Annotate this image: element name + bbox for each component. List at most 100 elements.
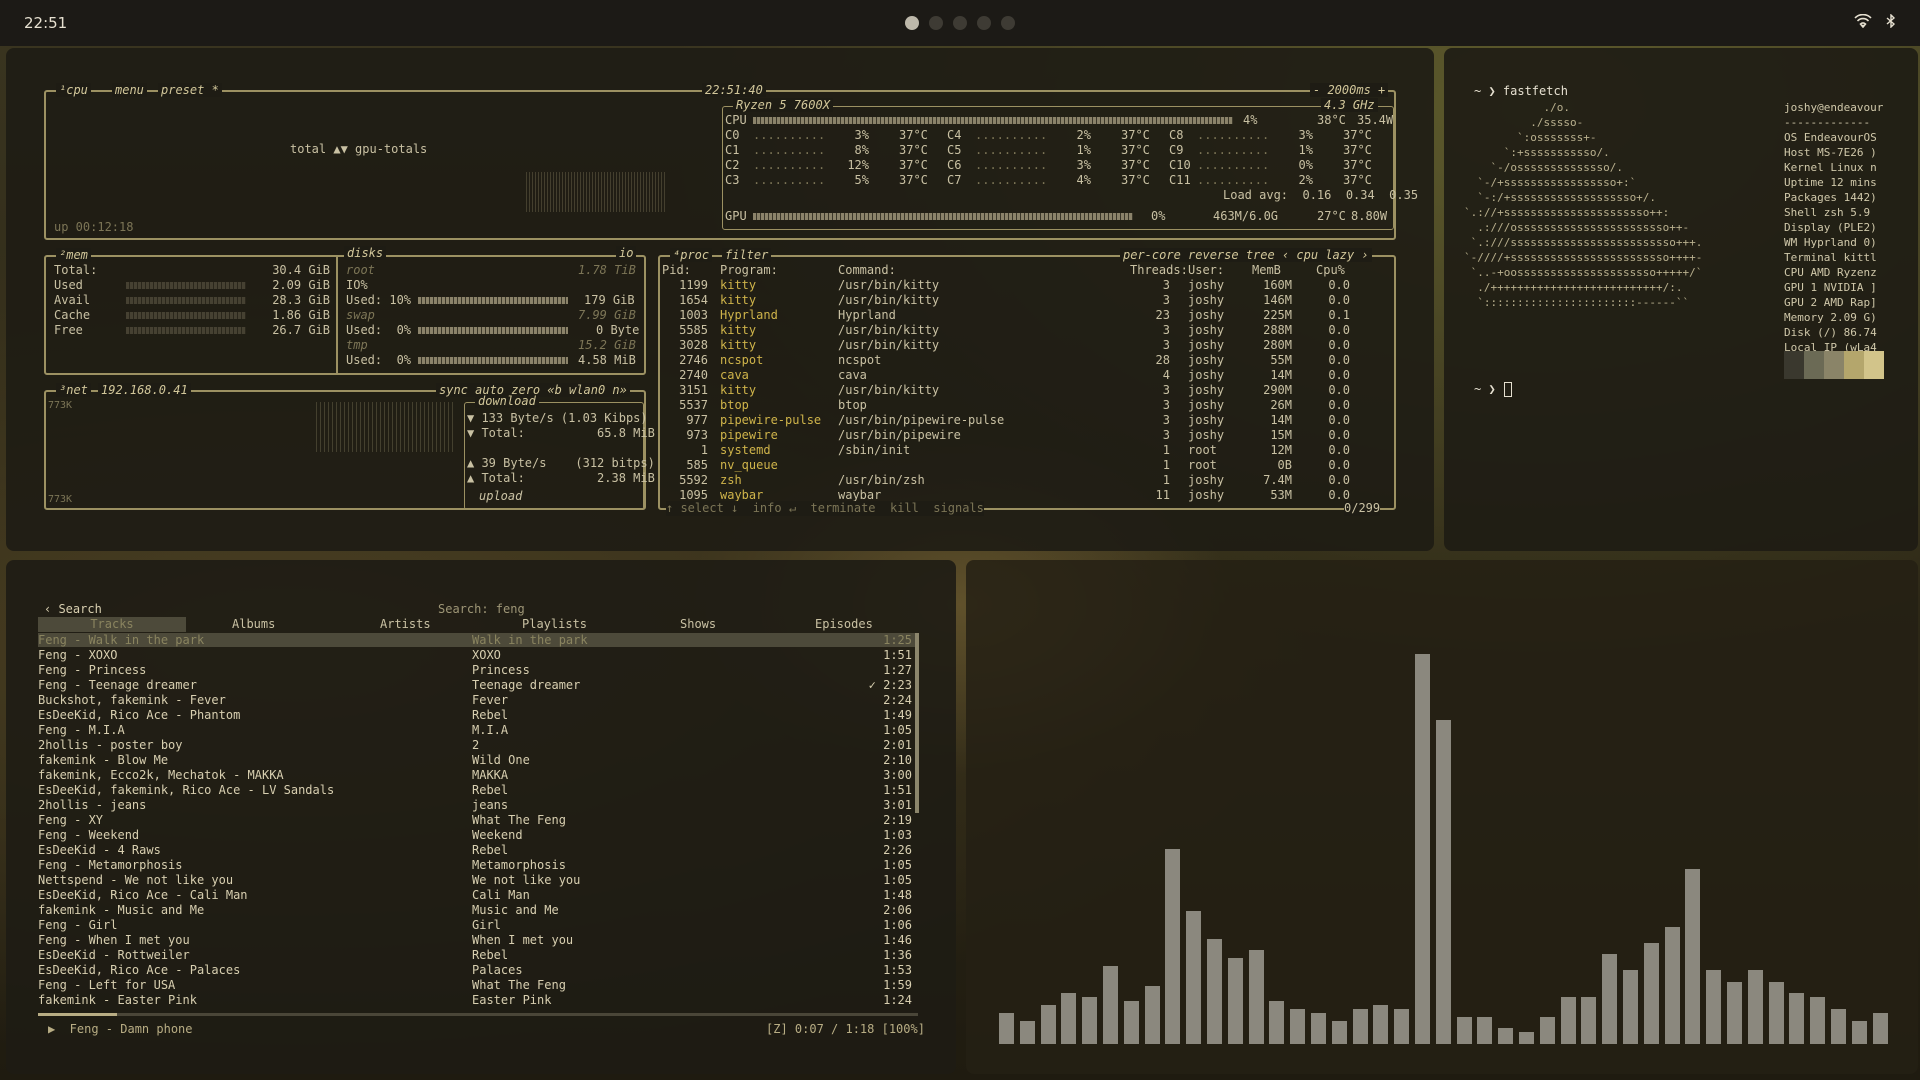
- disk-swap-used: Used: 0%: [346, 323, 412, 337]
- tab-tracks[interactable]: Tracks: [38, 617, 186, 632]
- logo-line: `:osssssss+-: [1464, 131, 1597, 144]
- mem-title[interactable]: ²mem: [56, 248, 91, 262]
- core-label: C11: [1169, 173, 1191, 187]
- proc-threads: 28: [1155, 353, 1170, 367]
- core-pct: 3%: [854, 128, 869, 142]
- track-row[interactable]: EsDeeKid, Rico Ace - Phantom Rebel 1:49: [32, 708, 912, 723]
- back-to-search[interactable]: ‹ Search: [44, 602, 102, 617]
- track-duration: 2:24: [883, 693, 912, 707]
- track-duration: 2:19: [883, 813, 912, 827]
- io-toggle[interactable]: io: [616, 246, 637, 260]
- track-row[interactable]: 2hollis - jeans jeans 3:01: [32, 798, 912, 813]
- info-line: Kernel Linux n: [1784, 161, 1877, 174]
- track-row[interactable]: EsDeeKid, Rico Ace - Cali Man Cali Man 1:4…: [32, 888, 912, 903]
- workspace-4[interactable]: [977, 16, 991, 30]
- track-row[interactable]: Feng - Girl Girl 1:06: [32, 918, 912, 933]
- cava-bar: [1248, 950, 1264, 1044]
- proc-options[interactable]: per-core reverse tree ‹ cpu lazy ›: [1120, 248, 1372, 262]
- cpu-total-temp: 38°C: [1317, 113, 1346, 127]
- track-row[interactable]: Nettspend - We not like you We not like y…: [32, 873, 912, 888]
- track-album: Walk in the park: [472, 633, 588, 647]
- track-row[interactable]: Feng - When I met you When I met you 1:46: [32, 933, 912, 948]
- workspace-indicators[interactable]: [905, 16, 1015, 30]
- track-row[interactable]: fakemink - Music and Me Music and Me 2:06: [32, 903, 912, 918]
- proc-count: 0/299: [1344, 501, 1381, 516]
- gpu-label: GPU: [725, 209, 747, 223]
- scrollbar[interactable]: [915, 633, 919, 813]
- proc-cpu: 0.0: [1328, 428, 1350, 442]
- track-title: EsDeeKid, fakemink, Rico Ace - LV Sandal…: [38, 783, 335, 797]
- cursor[interactable]: [1504, 382, 1512, 397]
- track-row[interactable]: EsDeeKid, fakemink, Rico Ace - LV Sandal…: [32, 783, 912, 798]
- track-row[interactable]: Feng - XOXO XOXO 1:51: [32, 648, 912, 663]
- track-row[interactable]: Feng - XY What The Feng 2:19: [32, 813, 912, 828]
- track-row[interactable]: Feng - Weekend Weekend 1:03: [32, 828, 912, 843]
- proc-user: joshy: [1188, 338, 1225, 352]
- track-row[interactable]: Feng - Teenage dreamer Teenage dreamer ✓ 2…: [32, 678, 912, 693]
- proc-program: kitty: [720, 323, 757, 337]
- net-title[interactable]: ³net: [56, 383, 91, 397]
- proc-user: joshy: [1188, 473, 1225, 487]
- preset-tab[interactable]: preset *: [158, 83, 222, 97]
- track-row[interactable]: Feng - Princess Princess 1:27: [32, 663, 912, 678]
- track-row[interactable]: Feng - Walk in the park Walk in the park 1…: [32, 633, 912, 648]
- track-album: Weekend: [472, 828, 523, 842]
- info-line: GPU 1 NVIDIA ]: [1784, 281, 1877, 294]
- track-row[interactable]: fakemink - Blow Me Wild One 2:10: [32, 753, 912, 768]
- wifi-icon[interactable]: [1854, 13, 1872, 32]
- tab-albums[interactable]: Albums: [232, 617, 275, 632]
- tab-playlists[interactable]: Playlists: [522, 617, 587, 632]
- track-title: EsDeeKid, Rico Ace - Palaces: [38, 963, 241, 977]
- track-row[interactable]: Feng - M.I.A M.I.A 1:05: [32, 723, 912, 738]
- core-label: C9: [1169, 143, 1184, 157]
- proc-threads: 3: [1162, 413, 1170, 427]
- track-row[interactable]: fakemink - Easter Pink Easter Pink 1:24: [32, 993, 912, 1008]
- btop-window[interactable]: ¹cpu menu preset * 22:51:40 - 2000ms + t…: [6, 48, 1434, 551]
- update-interval[interactable]: - 2000ms +: [1310, 83, 1389, 97]
- clock: 22:51: [24, 14, 68, 32]
- cpu-tab[interactable]: ¹cpu: [56, 83, 91, 97]
- track-row[interactable]: 2hollis - poster boy 2 2:01: [32, 738, 912, 753]
- tab-shows[interactable]: Shows: [680, 617, 716, 632]
- bluetooth-icon[interactable]: [1886, 13, 1896, 32]
- proc-title[interactable]: ⁴proc: [670, 248, 713, 262]
- search-query[interactable]: Search: feng: [438, 602, 525, 617]
- workspace-5[interactable]: [1001, 16, 1015, 30]
- proc-filter[interactable]: filter: [722, 248, 772, 262]
- core-graph: ..........: [1197, 128, 1270, 142]
- proc-threads: 11: [1155, 488, 1170, 502]
- track-row[interactable]: fakemink, Ecco2k, Mechatok - MAKKA MAKKA 3…: [32, 768, 912, 783]
- track-title: EsDeeKid, Rico Ace - Phantom: [38, 708, 241, 722]
- workspace-2[interactable]: [929, 16, 943, 30]
- track-row[interactable]: EsDeeKid - Rottweiler Rebel 1:36: [32, 948, 912, 963]
- disk-tmp-used-val: 4.58 MiB: [578, 353, 636, 367]
- progress-track[interactable]: [38, 1013, 918, 1016]
- track-row[interactable]: EsDeeKid, Rico Ace - Palaces Palaces 1:53: [32, 963, 912, 978]
- disks-title[interactable]: disks: [344, 246, 387, 260]
- track-title: Feng - When I met you: [38, 933, 190, 947]
- workspace-3[interactable]: [953, 16, 967, 30]
- proc-command: /usr/bin/pipewire: [838, 428, 961, 442]
- fastfetch-terminal[interactable]: ~ ❯ fastfetch ./o. ./sssso- `:osssssss+-…: [1444, 48, 1918, 551]
- core-pct: 8%: [854, 143, 869, 157]
- proc-command: /sbin/init: [838, 443, 911, 457]
- track-row[interactable]: Feng - Metamorphosis Metamorphosis 1:05: [32, 858, 912, 873]
- proc-col-6: Cpu%: [1316, 263, 1345, 277]
- cava-bar: [1643, 942, 1659, 1044]
- proc-footer[interactable]: ↑ select ↓ info ↵ terminate kill signals: [666, 501, 984, 516]
- proc-cpu: 0.0: [1328, 353, 1350, 367]
- menu-tab[interactable]: menu: [112, 83, 147, 97]
- proc-cpu: 0.0: [1328, 473, 1350, 487]
- track-row[interactable]: Feng - Left for USA What The Feng 1:59: [32, 978, 912, 993]
- track-row[interactable]: Buckshot, fakemink - Fever Fever 2:24: [32, 693, 912, 708]
- info-line: WM Hyprland 0): [1784, 236, 1877, 249]
- net-stats: download ▼ 133 Byte/s (1.03 Kibps) ▼ Tot…: [464, 394, 655, 510]
- proc-mem: 26M: [1270, 398, 1292, 412]
- ncspot-window[interactable]: ‹ Search Search: feng Tracks Albums Artist…: [6, 560, 956, 1074]
- tab-artists[interactable]: Artists: [380, 617, 431, 632]
- track-row[interactable]: EsDeeKid - 4 Raws Rebel 2:26: [32, 843, 912, 858]
- cava-bar: [1664, 927, 1680, 1044]
- cava-bar: [1082, 997, 1098, 1044]
- tab-episodes[interactable]: Episodes: [815, 617, 873, 632]
- workspace-1[interactable]: [905, 16, 919, 30]
